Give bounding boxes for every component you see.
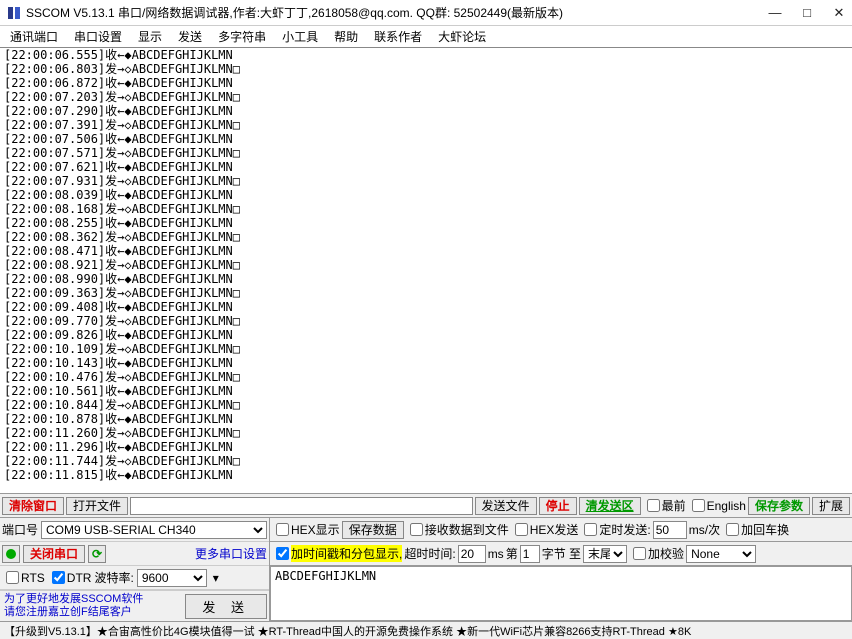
bottom-panel: 端口号 COM9 USB-SERIAL CH340 关闭串口 ⟳ 更多串口设置 … [0, 518, 852, 621]
byte-from-input[interactable] [520, 545, 540, 563]
dtr-checkbox[interactable]: DTR [48, 571, 92, 585]
period-input[interactable] [653, 521, 687, 539]
save-data-button[interactable]: 保存数据 [342, 521, 404, 539]
log-line: [22:00:07.391]发→◇ABCDEFGHIJKLMN□ [4, 118, 848, 132]
menu-发送[interactable]: 发送 [170, 26, 210, 47]
refresh-icon[interactable]: ⟳ [88, 545, 106, 563]
log-line: [22:00:06.555]收←◆ABCDEFGHIJKLMN [4, 48, 848, 62]
timed-send-checkbox[interactable]: 定时发送: [580, 521, 650, 538]
log-line: [22:00:10.844]发→◇ABCDEFGHIJKLMN□ [4, 398, 848, 412]
close-port-button[interactable]: 关闭串口 [23, 545, 85, 563]
log-line: [22:00:10.109]发→◇ABCDEFGHIJKLMN□ [4, 342, 848, 356]
send-text-area[interactable] [270, 566, 852, 621]
app-icon [6, 5, 22, 21]
port-select[interactable]: COM9 USB-SERIAL CH340 [41, 521, 267, 539]
log-line: [22:00:08.362]发→◇ABCDEFGHIJKLMN□ [4, 230, 848, 244]
rx-to-file-checkbox[interactable]: 接收数据到文件 [406, 521, 509, 538]
log-area[interactable]: [22:00:06.555]收←◆ABCDEFGHIJKLMN[22:00:06… [0, 48, 852, 494]
log-line: [22:00:08.039]收←◆ABCDEFGHIJKLMN [4, 188, 848, 202]
timeout-unit: ms [488, 547, 504, 561]
log-line: [22:00:09.770]发→◇ABCDEFGHIJKLMN□ [4, 314, 848, 328]
log-line: [22:00:08.990]收←◆ABCDEFGHIJKLMN [4, 272, 848, 286]
file-path-input[interactable] [130, 497, 473, 515]
more-port-settings-link[interactable]: 更多串口设置 [195, 545, 267, 562]
log-line: [22:00:10.561]收←◆ABCDEFGHIJKLMN [4, 384, 848, 398]
menu-串口设置[interactable]: 串口设置 [66, 26, 130, 47]
log-line: [22:00:06.803]发→◇ABCDEFGHIJKLMN□ [4, 62, 848, 76]
port-label: 端口号 [2, 521, 38, 538]
log-line: [22:00:07.290]收←◆ABCDEFGHIJKLMN [4, 104, 848, 118]
baud-select[interactable]: 9600 [137, 569, 207, 587]
log-line: [22:00:11.815]收←◆ABCDEFGHIJKLMN [4, 468, 848, 482]
menu-小工具[interactable]: 小工具 [274, 26, 326, 47]
log-line: [22:00:07.621]收←◆ABCDEFGHIJKLMN [4, 160, 848, 174]
minimize-button[interactable]: — [768, 6, 782, 20]
menu-多字符串[interactable]: 多字符串 [210, 26, 274, 47]
byte-from-label: 第 [506, 545, 518, 562]
log-line: [22:00:07.506]收←◆ABCDEFGHIJKLMN [4, 132, 848, 146]
english-checkbox[interactable]: English [688, 499, 746, 513]
close-button[interactable]: ✕ [832, 6, 846, 20]
window-controls: — □ ✕ [768, 6, 846, 20]
open-file-button[interactable]: 打开文件 [66, 497, 128, 515]
send-button[interactable]: 发 送 [185, 594, 267, 619]
log-line: [22:00:07.571]发→◇ABCDEFGHIJKLMN□ [4, 146, 848, 160]
menu-帮助[interactable]: 帮助 [326, 26, 366, 47]
log-line: [22:00:06.872]收←◆ABCDEFGHIJKLMN [4, 76, 848, 90]
log-line: [22:00:11.744]发→◇ABCDEFGHIJKLMN□ [4, 454, 848, 468]
log-line: [22:00:09.408]收←◆ABCDEFGHIJKLMN [4, 300, 848, 314]
log-line: [22:00:09.826]收←◆ABCDEFGHIJKLMN [4, 328, 848, 342]
log-line: [22:00:10.878]收←◆ABCDEFGHIJKLMN [4, 412, 848, 426]
expand-button[interactable]: 扩展 [812, 497, 850, 515]
toolbar-row-1: 清除窗口 打开文件 发送文件 停止 清发送区 最前 English 保存参数 扩… [0, 494, 852, 518]
log-line: [22:00:08.255]收←◆ABCDEFGHIJKLMN [4, 216, 848, 230]
log-line: [22:00:11.296]收←◆ABCDEFGHIJKLMN [4, 440, 848, 454]
log-line: [22:00:10.476]发→◇ABCDEFGHIJKLMN□ [4, 370, 848, 384]
save-params-button[interactable]: 保存参数 [748, 497, 810, 515]
check-type-select[interactable]: None [686, 545, 756, 563]
stop-button[interactable]: 停止 [539, 497, 577, 515]
byte-mid-label: 字节 至 [542, 545, 581, 562]
add-check-checkbox[interactable]: 加校验 [629, 545, 684, 562]
right-controls: HEX显示 保存数据 接收数据到文件 HEX发送 定时发送: ms/次 加回车换… [270, 518, 852, 621]
log-line: [22:00:07.203]发→◇ABCDEFGHIJKLMN□ [4, 90, 848, 104]
topmost-checkbox[interactable]: 最前 [643, 497, 686, 514]
byte-to-select[interactable]: 末尾 [583, 545, 627, 563]
menu-显示[interactable]: 显示 [130, 26, 170, 47]
promo-text: 为了更好地发展SSCOM软件 请您注册嘉立创F结尾客户 [0, 590, 183, 621]
log-line: [22:00:10.143]收←◆ABCDEFGHIJKLMN [4, 356, 848, 370]
window-title: SSCOM V5.13.1 串口/网络数据调试器,作者:大虾丁丁,2618058… [26, 4, 764, 21]
hex-display-checkbox[interactable]: HEX显示 [272, 521, 340, 538]
clear-send-button[interactable]: 清发送区 [579, 497, 641, 515]
log-line: [22:00:08.471]收←◆ABCDEFGHIJKLMN [4, 244, 848, 258]
send-file-button[interactable]: 发送文件 [475, 497, 537, 515]
baud-label: 波特率: [94, 569, 133, 586]
timestamp-checkbox[interactable]: 加时间戳和分包显示, [272, 545, 402, 562]
menubar: 通讯端口串口设置显示发送多字符串小工具帮助联系作者大虾论坛 [0, 26, 852, 48]
timeout-label: 超时时间: [404, 545, 455, 562]
status-text: 【升级到V5.13.1】★合宙高性价比4G模块值得一试 ★RT-Thread中国… [4, 623, 691, 639]
menu-大虾论坛[interactable]: 大虾论坛 [430, 26, 494, 47]
maximize-button[interactable]: □ [800, 6, 814, 20]
log-line: [22:00:08.921]发→◇ABCDEFGHIJKLMN□ [4, 258, 848, 272]
log-line: [22:00:07.931]发→◇ABCDEFGHIJKLMN□ [4, 174, 848, 188]
menu-通讯端口[interactable]: 通讯端口 [2, 26, 66, 47]
log-line: [22:00:08.168]发→◇ABCDEFGHIJKLMN□ [4, 202, 848, 216]
titlebar: SSCOM V5.13.1 串口/网络数据调试器,作者:大虾丁丁,2618058… [0, 0, 852, 26]
hex-send-checkbox[interactable]: HEX发送 [511, 521, 579, 538]
statusbar: 【升级到V5.13.1】★合宙高性价比4G模块值得一试 ★RT-Thread中国… [0, 621, 852, 639]
left-controls: 端口号 COM9 USB-SERIAL CH340 关闭串口 ⟳ 更多串口设置 … [0, 518, 270, 621]
timeout-input[interactable] [458, 545, 486, 563]
rts-checkbox[interactable]: RTS [2, 571, 45, 585]
clear-window-button[interactable]: 清除窗口 [2, 497, 64, 515]
log-line: [22:00:11.260]发→◇ABCDEFGHIJKLMN□ [4, 426, 848, 440]
baud-dropdown-icon[interactable]: ▾ [210, 571, 222, 585]
menu-联系作者[interactable]: 联系作者 [366, 26, 430, 47]
add-crlf-checkbox[interactable]: 加回车换 [722, 521, 789, 538]
period-unit: ms/次 [689, 521, 720, 538]
log-line: [22:00:09.363]发→◇ABCDEFGHIJKLMN□ [4, 286, 848, 300]
port-status-icon[interactable] [2, 545, 20, 563]
